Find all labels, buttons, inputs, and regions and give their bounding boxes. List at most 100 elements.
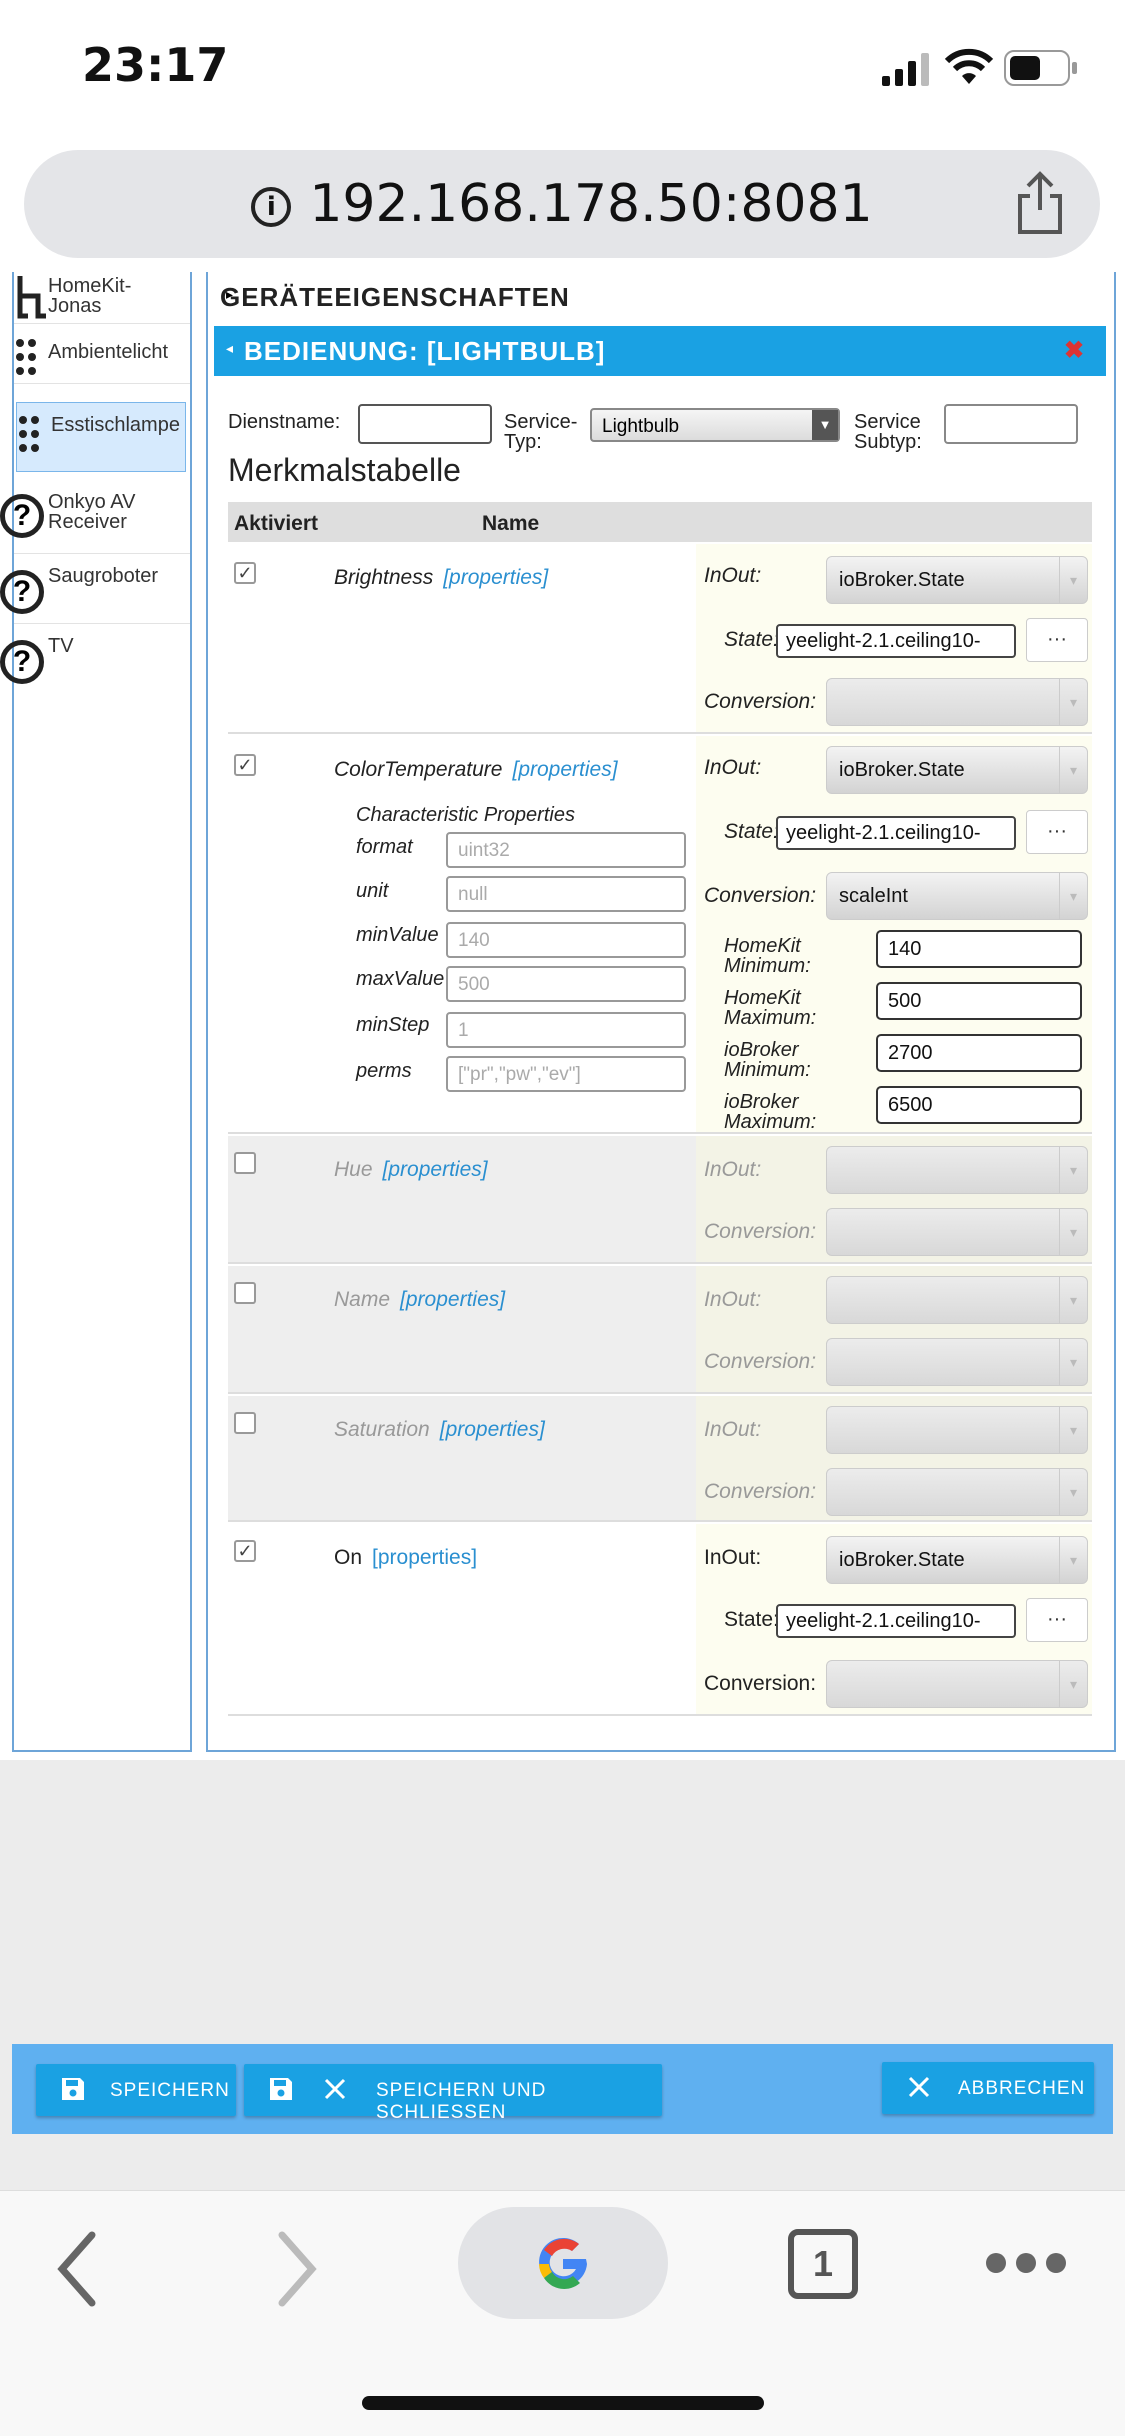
dots-grid-icon [19,416,39,452]
service-name-input[interactable] [358,404,492,444]
char-settings: InOut: ▾ Conversion: ▾ [696,1136,1092,1262]
prop-maxvalue-input[interactable]: 500 [446,966,686,1002]
caret-down-icon[interactable]: ◂ [226,340,233,357]
cancel-button[interactable]: ABBRECHEN [882,2062,1094,2114]
more-button[interactable]: ··· [1026,618,1088,662]
inout-select[interactable]: ▾ [826,1406,1088,1454]
chevron-down-icon: ▾ [1059,1339,1087,1385]
conversion-select[interactable]: ▾ [826,1468,1088,1516]
conversion-select[interactable]: ▾ [826,1660,1088,1708]
col-name: Name [482,512,540,535]
google-icon [539,2237,587,2289]
chevron-down-icon: ▾ [1059,1661,1087,1707]
inout-select[interactable]: ioBroker.State ▾ [826,1536,1088,1584]
dots-grid-icon [16,339,36,375]
chevron-down-icon: ▾ [1059,1209,1087,1255]
chevron-down-icon: ▾ [1059,679,1087,725]
checkbox-on[interactable]: ✓ [234,1540,256,1562]
google-search-button[interactable] [458,2207,668,2319]
prop-minvalue-input[interactable]: 140 [446,922,686,958]
sidebar-item-saugroboter[interactable]: ? Saugroboter [0,554,190,624]
floppy-icon [62,2078,84,2100]
section-device-properties[interactable]: GERÄTEEIGENSCHAFTEN [220,282,570,313]
info-icon[interactable]: i [251,187,292,227]
properties-link[interactable]: [properties] [400,1288,505,1311]
checkbox-hue[interactable] [234,1152,256,1174]
share-icon[interactable] [1012,170,1068,236]
save-button[interactable]: SPEICHERN [36,2064,236,2116]
char-settings: InOut: ioBroker.State ▾ State: yeelight-2… [696,544,1092,732]
checkbox-brightness[interactable]: ✓ [234,562,256,584]
action-bar: SPEICHERN SPEICHERN UND SCHLIESSEN ABBRE… [12,2044,1113,2134]
table-row-saturation: Saturation [properties] InOut: ▾ Conversi… [228,1396,1092,1522]
char-name: On [properties] [334,1546,478,1569]
prop-perms-input[interactable]: ["pr","pw","ev"] [446,1056,686,1092]
forward-icon[interactable] [272,2229,322,2309]
conversion-select[interactable]: ▾ [826,1338,1088,1386]
state-input[interactable]: yeelight-2.1.ceiling10- [776,624,1016,658]
network-icon [17,276,46,319]
chevron-down-icon: ▾ [1059,1469,1087,1515]
state-input[interactable]: yeelight-2.1.ceiling10- [776,1604,1016,1638]
char-name: Saturation [properties] [334,1418,545,1441]
home-indicator [362,2396,764,2410]
sidebar-item-homekit-jonas[interactable]: HomeKit- Jonas [14,272,190,324]
address-bar[interactable]: i 192.168.178.50:8081 [24,150,1100,258]
service-type-label: Service- Typ: [504,411,578,453]
sidebar-item-tv[interactable]: ? TV [0,624,190,694]
properties-link[interactable]: [properties] [383,1158,488,1181]
sidebar-item-esstischlampe[interactable]: Esstischlampe [16,402,186,472]
table-row-name: Name [properties] InOut: ▾ Conversion: ▾ [228,1266,1092,1394]
col-active: Aktiviert [234,512,319,535]
more-button[interactable]: ··· [1026,810,1088,854]
conversion-select[interactable]: scaleInt ▾ [826,872,1088,920]
prop-minstep-input[interactable]: 1 [446,1012,686,1048]
service-type-select[interactable]: Lightbulb ▼ [590,408,840,442]
service-name-label: Dienstname: [228,411,341,433]
prop-format-input[interactable]: uint32 [446,832,686,868]
inout-select[interactable]: ioBroker.State ▾ [826,556,1088,604]
conversion-select[interactable]: ▾ [826,678,1088,726]
checkbox-colortemperature[interactable]: ✓ [234,754,256,776]
homekit-max-input[interactable]: 500 [876,982,1082,1020]
more-button[interactable]: ··· [1026,1598,1088,1642]
close-icon [324,2078,346,2100]
back-icon[interactable] [52,2229,102,2309]
properties-link[interactable]: [properties] [512,758,617,781]
service-subtype-input[interactable] [944,404,1078,444]
table-header: Aktiviert Name [228,502,1092,542]
inout-select[interactable]: ▾ [826,1146,1088,1194]
save-and-close-button[interactable]: SPEICHERN UND SCHLIESSEN [244,2064,662,2123]
char-name: Brightness [properties] [334,566,549,589]
tabs-button[interactable]: 1 [788,2229,858,2299]
table-row-on: ✓ On [properties] InOut: ioBroker.State ▾ … [228,1524,1092,1716]
char-name: ColorTemperature [properties] [334,758,618,781]
checkbox-saturation[interactable] [234,1412,256,1434]
close-icon [908,2076,930,2098]
prop-unit-input[interactable]: null [446,876,686,912]
conversion-select[interactable]: ▾ [826,1208,1088,1256]
inout-select[interactable]: ioBroker.State ▾ [826,746,1088,794]
battery-icon [1004,50,1077,86]
sidebar-item-onkyo-av-receiver[interactable]: ? Onkyo AV Receiver [0,482,190,554]
question-icon: ? [0,570,44,614]
checkbox-name[interactable] [234,1282,256,1304]
properties-link[interactable]: [properties] [440,1418,545,1441]
state-input[interactable]: yeelight-2.1.ceiling10- [776,816,1016,850]
more-icon[interactable] [984,2251,1068,2275]
sidebar-item-ambientelicht[interactable]: Ambientelicht [14,324,190,384]
iobroker-max-input[interactable]: 6500 [876,1086,1082,1124]
inout-select[interactable]: ▾ [826,1276,1088,1324]
device-list: HomeKit- Jonas Ambientelicht Esstischlamp… [0,272,192,1752]
close-icon[interactable]: ✖ [1064,336,1084,365]
service-subtype-label: Service Subtyp: [854,411,922,453]
url-text: i 192.168.178.50:8081 [24,174,1100,234]
table-row-colortemperature: ✓ ColorTemperature [properties] Character… [228,736,1092,1134]
char-settings: InOut: ▾ Conversion: ▾ [696,1396,1092,1520]
homekit-min-input[interactable]: 140 [876,930,1082,968]
char-settings: InOut: ioBroker.State ▾ State: yeelight-2… [696,736,1092,1132]
floppy-icon [270,2078,292,2100]
properties-link[interactable]: [properties] [443,566,548,589]
iobroker-min-input[interactable]: 2700 [876,1034,1082,1072]
properties-link[interactable]: [properties] [372,1546,477,1569]
